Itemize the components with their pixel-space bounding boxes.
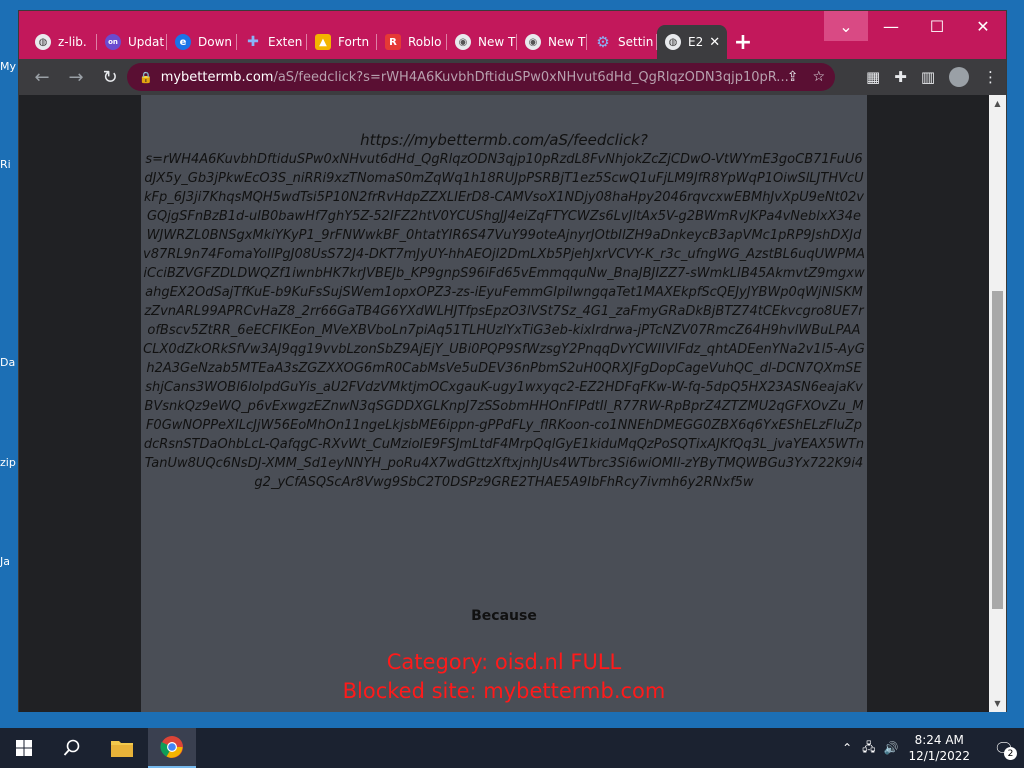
chrome-icon bbox=[160, 736, 183, 758]
tab-label: New T bbox=[478, 35, 516, 49]
vpn-icon: on bbox=[105, 34, 121, 50]
desktop-icon-label[interactable]: Da bbox=[0, 356, 18, 369]
taskbar: ⌃ 🖧 🔊 8:24 AM 12/1/2022 🗨 2 bbox=[0, 728, 1024, 768]
because-label: Because bbox=[471, 608, 537, 624]
start-button[interactable] bbox=[0, 728, 48, 768]
page-viewport: https://mybettermb.com/aS/feedclick? s=r… bbox=[19, 95, 991, 712]
tab-zlib[interactable]: ◍ z-lib. bbox=[27, 25, 97, 59]
tab-roblox[interactable]: R Roblo bbox=[377, 25, 447, 59]
desktop-icon-label[interactable]: Ri bbox=[0, 158, 18, 171]
chrome-icon: ◉ bbox=[455, 34, 471, 50]
tab-new-1[interactable]: ◉ New T bbox=[447, 25, 517, 59]
tab-search-icon[interactable]: ⌄ bbox=[824, 11, 868, 41]
window-controls: ⌄ — ☐ ✕ bbox=[824, 11, 1006, 41]
tab-fortnite[interactable]: ▲ Fortn bbox=[307, 25, 377, 59]
scroll-thumb[interactable] bbox=[992, 291, 1003, 609]
blocked-url-heading: https://mybettermb.com/aS/feedclick? bbox=[360, 131, 648, 149]
notification-badge: 2 bbox=[1004, 747, 1017, 760]
network-icon[interactable]: 🖧 bbox=[862, 738, 875, 759]
tab-label: Settin bbox=[618, 35, 654, 49]
lock-icon[interactable]: 🔒 bbox=[139, 71, 153, 84]
file-explorer-button[interactable] bbox=[98, 728, 146, 768]
windows-icon bbox=[16, 740, 32, 756]
close-window-button[interactable]: ✕ bbox=[960, 11, 1006, 41]
maximize-button[interactable]: ☐ bbox=[914, 11, 960, 41]
clock-time: 8:24 AM bbox=[914, 733, 964, 747]
new-tab-button[interactable]: + bbox=[727, 25, 759, 59]
tab-label: New T bbox=[548, 35, 586, 49]
tab-active[interactable]: ◍ E2 ✕ bbox=[657, 25, 727, 59]
blocked-url-query: s=rWH4A6KuvbhDftiduSPw0xNHvut6dHd_QgRlqz… bbox=[143, 152, 865, 490]
vertical-scrollbar[interactable]: ▲ ▼ bbox=[989, 95, 1006, 712]
bookmark-star-icon[interactable]: ☆ bbox=[812, 69, 825, 85]
search-button[interactable] bbox=[48, 728, 96, 768]
scroll-up-icon[interactable]: ▲ bbox=[989, 95, 1006, 112]
search-icon bbox=[63, 739, 80, 756]
scroll-down-icon[interactable]: ▼ bbox=[989, 695, 1006, 712]
minimize-button[interactable]: — bbox=[868, 11, 914, 41]
chrome-icon: ◉ bbox=[525, 34, 541, 50]
url-host: mybettermb.com bbox=[160, 69, 274, 85]
url-path: /aS/feedclick?s=rWH4A6KuvbhDftiduSPw0xNH… bbox=[273, 69, 789, 85]
fortnite-icon: ▲ bbox=[315, 34, 331, 50]
clock[interactable]: 8:24 AM 12/1/2022 bbox=[908, 732, 970, 764]
title-bar: ◍ z-lib. on Updat e Down ✚ Exten ▲ Fortn… bbox=[19, 11, 1006, 59]
desktop-icon-label[interactable]: Ja bbox=[0, 555, 18, 568]
tab-new-2[interactable]: ◉ New T bbox=[517, 25, 587, 59]
tab-extensions[interactable]: ✚ Exten bbox=[237, 25, 307, 59]
roblox-icon: R bbox=[385, 34, 401, 50]
tab-label: z-lib. bbox=[58, 35, 87, 49]
settings-icon: ⚙ bbox=[596, 33, 610, 51]
tab-settings[interactable]: ⚙ Settin bbox=[587, 25, 657, 59]
block-reason: Category: oisd.nl FULL Blocked site: myb… bbox=[141, 648, 867, 706]
profile-avatar[interactable] bbox=[949, 67, 969, 87]
desktop-icon-label[interactable]: My bbox=[0, 60, 18, 73]
tab-label: E2 bbox=[688, 35, 704, 49]
tab-label: Exten bbox=[268, 35, 303, 49]
close-tab-icon[interactable]: ✕ bbox=[709, 35, 720, 50]
reload-button[interactable]: ↻ bbox=[93, 62, 127, 92]
tab-strip: ◍ z-lib. on Updat e Down ✚ Exten ▲ Fortn… bbox=[27, 23, 759, 59]
extension-icon[interactable]: ▦ bbox=[866, 68, 880, 86]
folder-icon bbox=[111, 741, 133, 757]
tab-update[interactable]: on Updat bbox=[97, 25, 167, 59]
toolbar-actions: ▦ ✚ ▥ ⋮ bbox=[866, 59, 998, 95]
tab-label: Down bbox=[198, 35, 233, 49]
show-hidden-icons[interactable]: ⌃ bbox=[842, 741, 852, 755]
tab-label: Roblo bbox=[408, 35, 442, 49]
edge-icon: e bbox=[175, 34, 191, 50]
desktop-icon-label[interactable]: zip bbox=[0, 456, 18, 469]
globe-icon: ◍ bbox=[665, 34, 681, 50]
notification-center-button[interactable]: 🗨 2 bbox=[984, 728, 1024, 768]
side-panel-icon[interactable]: ▥ bbox=[921, 68, 935, 86]
extensions-puzzle-icon[interactable]: ✚ bbox=[894, 68, 907, 86]
block-page: https://mybettermb.com/aS/feedclick? s=r… bbox=[141, 95, 867, 712]
volume-icon[interactable]: 🔊 bbox=[884, 741, 899, 755]
puzzle-icon: ✚ bbox=[247, 34, 259, 50]
tab-label: Updat bbox=[128, 35, 165, 49]
tab-download[interactable]: e Down bbox=[167, 25, 237, 59]
system-tray: ⌃ 🖧 🔊 8:24 AM 12/1/2022 🗨 2 bbox=[842, 728, 1024, 768]
globe-icon: ◍ bbox=[35, 34, 51, 50]
tab-label: Fortn bbox=[338, 35, 370, 49]
share-icon[interactable]: ⇪ bbox=[787, 69, 799, 85]
blocked-url-text: https://mybettermb.com/aS/feedclick? s=r… bbox=[141, 131, 867, 492]
clock-date: 12/1/2022 bbox=[908, 749, 970, 763]
browser-window: ◍ z-lib. on Updat e Down ✚ Exten ▲ Fortn… bbox=[18, 10, 1007, 712]
back-button[interactable]: ← bbox=[25, 62, 59, 92]
menu-icon[interactable]: ⋮ bbox=[983, 68, 998, 86]
address-bar[interactable]: 🔒 mybettermb.com/aS/feedclick?s=rWH4A6Ku… bbox=[127, 63, 835, 91]
block-category: Category: oisd.nl FULL bbox=[386, 650, 622, 674]
omnibox-actions: ⇪ ☆ bbox=[787, 63, 825, 91]
chrome-taskbar-button[interactable] bbox=[148, 728, 196, 768]
browser-toolbar: ← → ↻ 🔒 mybettermb.com/aS/feedclick?s=rW… bbox=[19, 59, 1006, 95]
blocked-site: Blocked site: mybettermb.com bbox=[342, 679, 666, 703]
forward-button[interactable]: → bbox=[59, 62, 93, 92]
